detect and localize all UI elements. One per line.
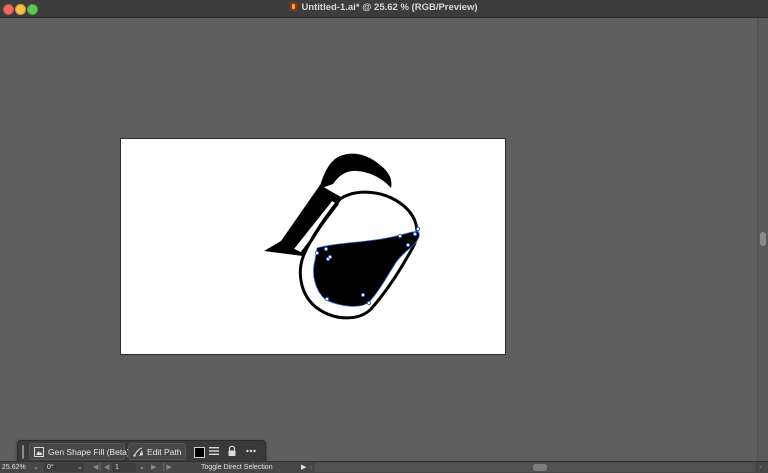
edit-path-icon: [133, 447, 143, 457]
zoom-level[interactable]: 25.62%: [2, 462, 26, 473]
edit-path-label: Edit Path: [147, 447, 182, 457]
rotation-dropdown-chevron-icon[interactable]: ⌄: [77, 462, 83, 473]
anchor-point: [314, 250, 320, 256]
contextual-task-bar: Gen Shape Fill (Beta) Edit Path: [17, 440, 266, 463]
scroll-right-arrow-icon[interactable]: ›: [759, 462, 761, 473]
anchor-point: [412, 231, 418, 237]
gen-shape-fill-icon: [34, 447, 44, 457]
last-artboard-icon[interactable]: │▶: [162, 462, 172, 473]
anchor-point: [360, 292, 366, 298]
gen-shape-fill-button[interactable]: Gen Shape Fill (Beta): [29, 443, 130, 460]
gen-shape-fill-label: Gen Shape Fill (Beta): [48, 447, 130, 457]
fill-color-swatch[interactable]: [194, 447, 205, 458]
zoom-dropdown-chevron-icon[interactable]: ⌄: [33, 462, 39, 473]
horizontal-scroll-thumb[interactable]: [533, 464, 547, 471]
illustrator-doc-icon: [290, 2, 298, 11]
coffee-liquid-shape: [313, 231, 420, 307]
artboard[interactable]: [120, 138, 506, 355]
rotation-value: 0°: [47, 464, 54, 471]
anchor-point: [405, 242, 411, 248]
drag-handle[interactable]: [22, 445, 24, 459]
edit-path-button[interactable]: Edit Path: [128, 443, 186, 460]
anchor-point: [397, 233, 403, 239]
pot-handle-shape: [319, 153, 392, 189]
window-title: Untitled-1.ai* @ 25.62 % (RGB/Preview): [301, 2, 478, 13]
anchor-point: [415, 226, 421, 232]
artboard-number: 1: [115, 464, 119, 471]
anchor-point: [327, 254, 333, 260]
lock-icon[interactable]: [226, 445, 238, 457]
stroke-menu-icon[interactable]: [208, 445, 220, 457]
artboard-dropdown-chevron-icon[interactable]: ⌄: [139, 462, 145, 473]
tool-hint: Toggle Direct Selection: [201, 464, 273, 471]
status-menu-arrow-icon[interactable]: ▶: [301, 462, 306, 473]
anchor-point: [324, 296, 330, 302]
title-bar: Untitled-1.ai* @ 25.62 % (RGB/Preview): [0, 0, 768, 18]
vertical-scrollbar[interactable]: [757, 18, 768, 461]
vertical-scroll-thumb[interactable]: [760, 232, 766, 246]
scroll-left-arrow-icon[interactable]: ‹: [310, 462, 312, 473]
coffee-pot-artwork[interactable]: [121, 139, 505, 354]
status-bar: 25.62% ⌄ 0° ⌄ ◀│ ◀ 1 ⌄ ▶ │▶ Toggle Direc…: [0, 461, 768, 473]
next-artboard-icon[interactable]: ▶: [151, 462, 156, 473]
anchor-point: [323, 246, 329, 252]
first-artboard-icon[interactable]: ◀│: [93, 462, 103, 473]
horizontal-scrollbar[interactable]: [315, 463, 755, 472]
more-options-icon[interactable]: [245, 445, 257, 457]
anchor-point: [366, 300, 372, 306]
window-title-group: Untitled-1.ai* @ 25.62 % (RGB/Preview): [0, 2, 768, 14]
previous-artboard-icon[interactable]: ◀: [104, 462, 109, 473]
